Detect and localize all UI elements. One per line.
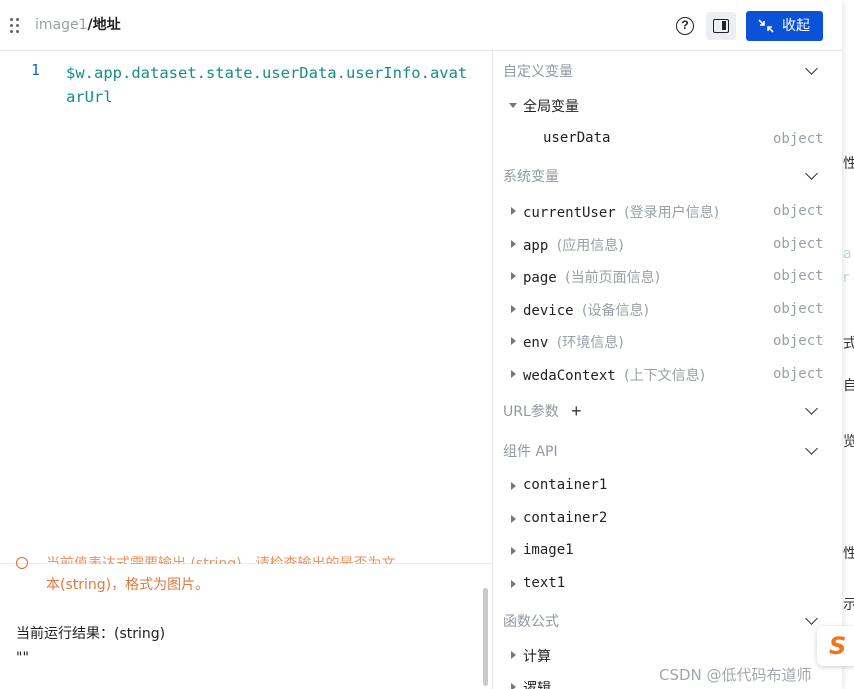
scrollbar[interactable]	[483, 588, 488, 686]
component-item[interactable]: container2	[493, 505, 842, 535]
expression-editor-panel: image1/地址 ? 收起 1 $w.app.dataset.state.us…	[0, 0, 842, 689]
variable-item[interactable]: env (环境信息) object	[493, 327, 842, 357]
background-text: 自	[843, 378, 854, 394]
variable-item[interactable]: app (应用信息) object	[493, 230, 842, 260]
variable-desc: (环境信息)	[556, 335, 624, 351]
caret-right-icon	[511, 547, 516, 555]
chevron-down-icon[interactable]	[805, 612, 818, 625]
caret-down-icon	[509, 103, 517, 108]
collapse-label: 收起	[782, 18, 810, 34]
background-text: r	[843, 270, 849, 286]
function-category-label: 逻辑	[523, 681, 551, 689]
section-url-params[interactable]: URL参数	[503, 402, 559, 422]
chevron-down-icon[interactable]	[805, 167, 818, 180]
caret-right-icon	[511, 337, 516, 345]
variable-name: wedaContext (上下文信息)	[523, 368, 706, 384]
result-area: 当前值表达式需要输出 (string)，请检查输出的是否为文 本(string)…	[0, 556, 492, 689]
variable-name: app (应用信息)	[523, 238, 624, 254]
background-text: 式	[843, 336, 854, 352]
component-name: container2	[523, 510, 608, 526]
background-text: a	[843, 246, 852, 262]
caret-right-icon	[511, 515, 516, 523]
warning-icon	[16, 557, 28, 569]
variable-type: object	[773, 131, 824, 147]
component-item[interactable]: image1	[493, 537, 842, 567]
layout-toggle-button[interactable]	[706, 12, 736, 40]
arrows-inward-icon	[758, 19, 774, 33]
variables-panel: 自定义变量 全局变量 userData object 系统变量 currentU…	[492, 51, 842, 689]
variable-name: device (设备信息)	[523, 303, 649, 319]
variable-desc: (上下文信息)	[624, 368, 706, 384]
chevron-down-icon[interactable]	[805, 62, 818, 75]
component-item[interactable]: text1	[493, 570, 842, 600]
caret-right-icon	[511, 207, 516, 215]
code-editor[interactable]: 1 $w.app.dataset.state.userData.userInfo…	[0, 51, 492, 563]
code-line[interactable]: $w.app.dataset.state.userData.userInfo.a…	[66, 61, 476, 109]
variable-type: object	[773, 366, 824, 382]
background-text: 性	[843, 546, 854, 562]
variable-name: currentUser (登录用户信息)	[523, 205, 720, 221]
variable-type: object	[773, 203, 824, 219]
breadcrumb-parent[interactable]: image1	[35, 17, 88, 33]
add-icon[interactable]: +	[571, 401, 582, 421]
floating-app-widget[interactable]: S	[817, 626, 854, 666]
variable-desc: (应用信息)	[556, 238, 624, 254]
variable-type: object	[773, 236, 824, 252]
warning-message: 本(string)，格式为图片。	[46, 577, 210, 593]
variable-item[interactable]: page (当前页面信息) object	[493, 262, 842, 292]
caret-right-icon	[511, 240, 516, 248]
chevron-down-icon[interactable]	[805, 442, 818, 455]
component-item[interactable]: container1	[493, 472, 842, 502]
caret-right-icon	[511, 305, 516, 313]
section-custom-variables[interactable]: 自定义变量	[503, 62, 573, 82]
watermark: CSDN @低代码布道师	[659, 666, 812, 684]
result-value: ""	[16, 650, 29, 666]
collapse-button[interactable]: 收起	[746, 11, 823, 41]
side-panel-icon	[713, 19, 729, 33]
variable-desc: (当前页面信息)	[565, 270, 661, 286]
function-category-label: 计算	[523, 649, 551, 665]
section-functions[interactable]: 函数公式	[503, 612, 559, 632]
variable-item[interactable]: device (设备信息) object	[493, 295, 842, 325]
chevron-down-icon[interactable]	[805, 402, 818, 415]
variable-name: userData	[543, 130, 611, 146]
breadcrumb-current: 地址	[92, 17, 121, 33]
component-name: image1	[523, 542, 574, 558]
line-number: 1	[31, 61, 41, 79]
variable-item[interactable]: userData object	[493, 125, 842, 155]
group-global-variables[interactable]: 全局变量	[493, 91, 842, 121]
component-name: container1	[523, 477, 608, 493]
background-text: 性	[843, 156, 854, 172]
variable-desc: (登录用户信息)	[624, 205, 720, 221]
component-name: text1	[523, 575, 566, 591]
caret-right-icon	[511, 683, 516, 689]
section-system-variables[interactable]: 系统变量	[503, 167, 559, 187]
caret-right-icon	[511, 651, 516, 659]
caret-right-icon	[511, 580, 516, 588]
breadcrumb: image1/地址	[35, 16, 121, 34]
variable-type: object	[773, 268, 824, 284]
panel-header: image1/地址 ? 收起	[0, 0, 842, 51]
group-label: 全局变量	[523, 99, 579, 115]
background-text: 览	[843, 434, 854, 450]
result-label: 当前运行结果：(string)	[16, 626, 166, 642]
variable-type: object	[773, 301, 824, 317]
variable-item[interactable]: wedaContext (上下文信息) object	[493, 360, 842, 390]
variable-name: page (当前页面信息)	[523, 270, 661, 286]
warning-message: 当前值表达式需要输出 (string)，请检查输出的是否为文	[46, 556, 396, 564]
caret-right-icon	[511, 272, 516, 280]
section-component-api[interactable]: 组件 API	[503, 442, 558, 462]
variable-type: object	[773, 333, 824, 349]
background-text: 示	[843, 597, 854, 613]
variable-item[interactable]: currentUser (登录用户信息) object	[493, 197, 842, 227]
variable-name: env (环境信息)	[523, 335, 624, 351]
caret-right-icon	[511, 482, 516, 490]
caret-right-icon	[511, 370, 516, 378]
drag-handle-icon[interactable]	[10, 18, 20, 34]
variable-desc: (设备信息)	[582, 303, 649, 319]
sogou-logo-icon: S	[829, 632, 847, 660]
help-icon[interactable]: ?	[676, 17, 694, 35]
